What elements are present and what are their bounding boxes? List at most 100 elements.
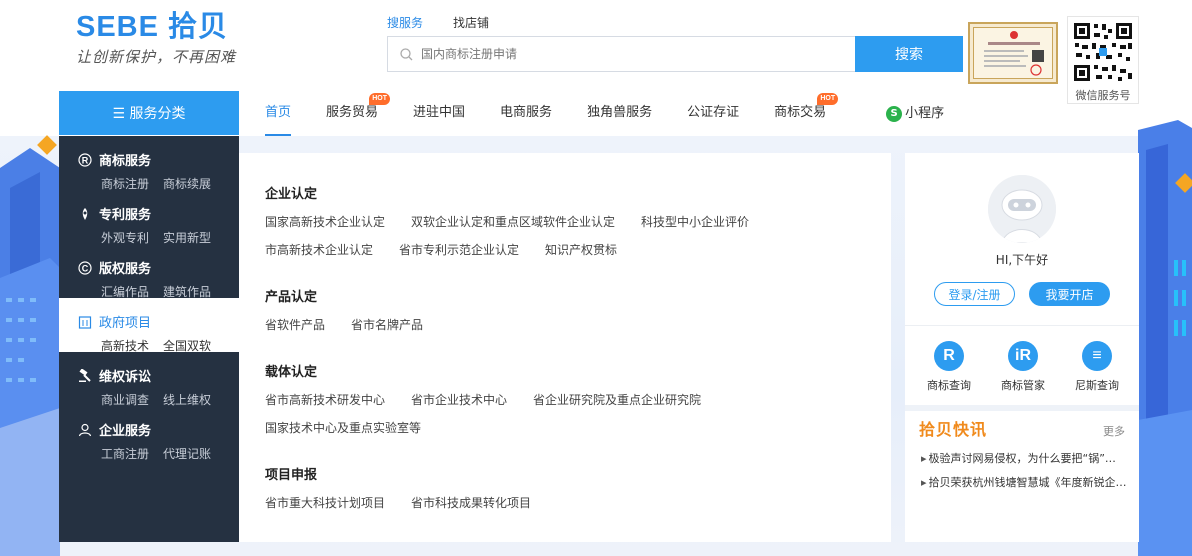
service-link[interactable]: 市高新技术企业认定 [265,236,373,264]
service-link[interactable]: 双软企业认定和重点区域软件企业认定 [411,208,615,236]
tool-label: 尼斯查询 [1075,379,1119,392]
sidebar-group-patent[interactable]: 专利服务 外观专利 实用新型 [59,190,239,245]
sidebar-group-litigation[interactable]: 维权诉讼 商业调查 线上维权 [59,352,239,407]
nav-item-label: 公证存证 [687,105,740,120]
nav-item-label: 首页 [265,105,292,120]
sidebar-group-copyright[interactable]: C 版权服务 汇编作品 建筑作品 [59,244,239,299]
service-link[interactable]: 省市高新技术研发中心 [265,386,385,414]
site-logo[interactable]: SEBE 拾贝 让创新保护，不再困难 [76,12,236,68]
sidebar-group-title: 政府项目 [99,316,152,331]
service-category-button[interactable]: ☰ 服务分类 [59,91,239,135]
news-item[interactable]: 极验声讨网易侵权，为什么要把“锅”… [921,447,1127,471]
hot-badge: HOT [369,93,391,105]
section-project-application: 项目申报 省市重大科技计划项目 省市科技成果转化项目 [265,464,891,517]
service-link[interactable]: 国家技术中心及重点实验室等 [265,414,421,442]
search-tabs: 搜服务 找店铺 [387,14,963,34]
tool-label: 商标查询 [927,379,971,392]
nav-item-notary[interactable]: 公证存证 [687,91,739,136]
search-box: 搜索 [387,36,963,72]
service-link[interactable]: 省市企业技术中心 [411,386,507,414]
svg-text:R: R [82,155,89,165]
open-shop-button[interactable]: 我要开店 [1029,282,1110,306]
logo-brand: SEBE 拾贝 [76,11,229,43]
sidebar-link[interactable]: 工商注册 [101,445,149,462]
sidebar-group-title: 版权服务 [99,262,152,277]
service-link[interactable]: 省市重大科技计划项目 [265,489,385,517]
nice-classification-icon: ≡ [1082,341,1112,371]
sidebar-group-enterprise[interactable]: 企业服务 工商注册 代理记账 [59,406,239,462]
nav-item-label: 商标交易 [774,105,827,120]
section-title: 产品认定 [265,290,318,305]
sidebar-group-title: 维权诉讼 [99,370,152,385]
greeting-text: HI,下午好 [995,253,1049,267]
license-graphic [984,31,1044,76]
gavel-icon [77,368,93,384]
business-license-image[interactable] [968,22,1058,84]
trademark-search-icon: R [934,341,964,371]
divider [905,325,1139,326]
decorative-buildings-left [0,128,60,556]
section-carrier-certification: 载体认定 省市高新技术研发中心 省市企业技术中心 省企业研究院及重点企业研究院 … [265,361,891,442]
nav-item-enter-china[interactable]: 进驻中国 [413,91,465,136]
service-link[interactable]: 省市名牌产品 [351,311,423,339]
service-link[interactable]: 省市专利示范企业认定 [399,236,519,264]
service-link[interactable]: 省软件产品 [265,311,325,339]
quick-tools: R 商标查询 iR 商标管家 ≡ 尼斯查询 [917,341,1129,393]
person-icon [77,422,93,438]
sidebar-link[interactable]: 代理记账 [163,445,211,462]
section-title: 载体认定 [265,365,318,380]
login-register-button[interactable]: 登录/注册 [934,282,1015,306]
service-link[interactable]: 省企业研究院及重点企业研究院 [533,386,701,414]
search-icon [400,47,413,60]
nav-item-home[interactable]: 首页 [265,91,292,136]
qr-code-icon [1072,21,1134,83]
nav-item-label: 小程序 [905,105,945,121]
patent-icon [77,206,93,222]
service-link[interactable]: 国家高新技术企业认定 [265,208,385,236]
search-input[interactable] [421,47,841,61]
svg-text:C: C [82,263,89,273]
news-title: 拾贝快讯 [919,420,988,439]
divider [905,405,1139,411]
service-link[interactable]: 知识产权贯标 [545,236,617,264]
nav-item-trademark-trade[interactable]: 商标交易 HOT [774,91,839,136]
service-link[interactable]: 科技型中小企业评价 [641,208,749,236]
tool-label: 商标管家 [1001,379,1045,392]
tool-trademark-search[interactable]: R 商标查询 [917,341,981,393]
trademark-manager-icon: iR [1008,341,1038,371]
nav-item-ecommerce[interactable]: 电商服务 [500,91,552,136]
nav-item-unicorn[interactable]: 独角兽服务 [587,91,652,136]
mini-program-icon: S [886,105,903,122]
nav-item-mini-program[interactable]: S 小程序 [886,91,944,136]
search-field [387,36,855,72]
user-panel: HI,下午好 登录/注册 我要开店 R 商标查询 iR 商标管家 ≡ 尼斯查询 … [905,153,1139,542]
sidebar-group-title: 企业服务 [99,424,152,439]
tool-trademark-manager[interactable]: iR 商标管家 [991,341,1055,393]
tool-nice-search[interactable]: ≡ 尼斯查询 [1065,341,1129,393]
section-title: 企业认定 [265,187,318,202]
search-button[interactable]: 搜索 [855,36,963,72]
news-more-link[interactable]: 更多 [1103,423,1125,439]
sidebar-group-title: 专利服务 [99,208,152,223]
qr-label: 微信服务号 [1075,89,1131,102]
search-area: 搜服务 找店铺 搜索 [387,14,963,72]
news-item[interactable]: 拾贝荣获杭州钱塘智慧城《年度新锐企… [921,471,1127,495]
nav-item-label: 电商服务 [500,105,553,120]
search-tab-shops[interactable]: 找店铺 [453,14,489,34]
nav-item-label: 服务贸易 [326,105,379,120]
wechat-qr-code[interactable]: 微信服务号 [1067,16,1139,104]
section-title: 项目申报 [265,468,318,483]
search-tab-services[interactable]: 搜服务 [387,14,423,34]
nav-item-service-trade[interactable]: 服务贸易 HOT [326,91,391,136]
logo-slogan: 让创新保护，不再困难 [76,48,237,66]
category-detail-panel: 企业认定 国家高新技术企业认定 双软企业认定和重点区域软件企业认定 科技型中小企… [239,153,891,542]
avatar [988,175,1056,243]
sidebar-group-trademark[interactable]: R 商标服务 商标注册 商标续展 [59,136,239,191]
copyright-icon: C [77,260,93,276]
building-icon [77,314,93,330]
robot-avatar-icon [988,175,1056,243]
nav-item-label: 独角兽服务 [587,105,653,120]
section-enterprise-certification: 企业认定 国家高新技术企业认定 双软企业认定和重点区域软件企业认定 科技型中小企… [265,183,891,264]
service-link[interactable]: 省市科技成果转化项目 [411,489,531,517]
sidebar-group-government[interactable]: 政府项目 高新技术 全国双软 [59,298,239,353]
